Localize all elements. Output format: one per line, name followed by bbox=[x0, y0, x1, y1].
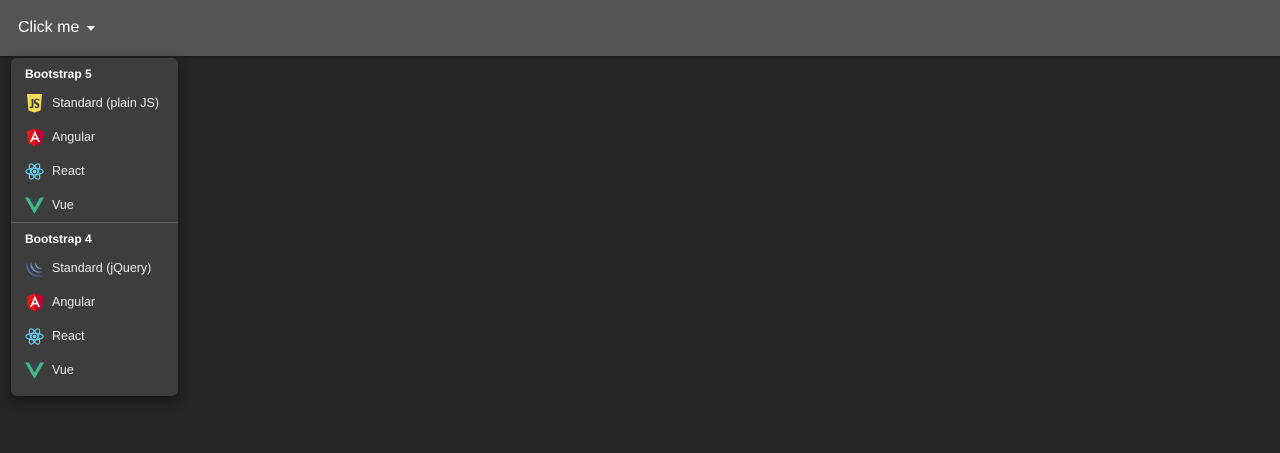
dropdown-menu: Bootstrap 5 Standard (plain JS) Angular … bbox=[11, 58, 178, 396]
menu-item-standard-jquery[interactable]: Standard (jQuery) bbox=[11, 251, 178, 285]
angular-icon bbox=[25, 128, 44, 147]
menu-item-react[interactable]: React bbox=[11, 154, 178, 188]
menu-group-bootstrap-5: Bootstrap 5 Standard (plain JS) Angular … bbox=[11, 63, 178, 222]
menu-item-standard-plain-js[interactable]: Standard (plain JS) bbox=[11, 86, 178, 120]
menu-header: Bootstrap 5 bbox=[25, 67, 92, 81]
menu-item-angular[interactable]: Angular bbox=[11, 285, 178, 319]
menu-item-vue[interactable]: Vue bbox=[11, 188, 178, 222]
jquery-icon bbox=[25, 259, 44, 278]
dropdown-toggle-label: Click me bbox=[18, 19, 80, 36]
angular-icon bbox=[25, 293, 44, 312]
menu-item-label: Standard (plain JS) bbox=[52, 96, 160, 110]
menu-item-label: Vue bbox=[52, 363, 74, 377]
menu-item-label: Angular bbox=[52, 295, 96, 309]
javascript-icon bbox=[25, 93, 44, 113]
menu-item-label: Vue bbox=[52, 198, 74, 212]
top-navbar: Click me bbox=[0, 0, 1280, 56]
menu-divider bbox=[11, 222, 178, 223]
menu-group-bootstrap-4: Bootstrap 4 Standard (jQuery) Angular Re… bbox=[11, 228, 178, 387]
menu-item-react[interactable]: React bbox=[11, 319, 178, 353]
caret-down-icon bbox=[87, 25, 96, 31]
menu-item-vue[interactable]: Vue bbox=[11, 353, 178, 387]
dropdown-toggle[interactable]: Click me bbox=[18, 17, 96, 39]
react-icon bbox=[25, 162, 44, 181]
vue-icon bbox=[25, 196, 44, 215]
menu-item-angular[interactable]: Angular bbox=[11, 120, 178, 154]
react-icon bbox=[25, 327, 44, 346]
menu-item-label: Standard (jQuery) bbox=[52, 261, 152, 275]
menu-header: Bootstrap 4 bbox=[25, 232, 92, 246]
menu-item-label: React bbox=[52, 164, 85, 178]
vue-icon bbox=[25, 361, 44, 380]
menu-item-label: Angular bbox=[52, 130, 96, 144]
menu-item-label: React bbox=[52, 329, 85, 343]
